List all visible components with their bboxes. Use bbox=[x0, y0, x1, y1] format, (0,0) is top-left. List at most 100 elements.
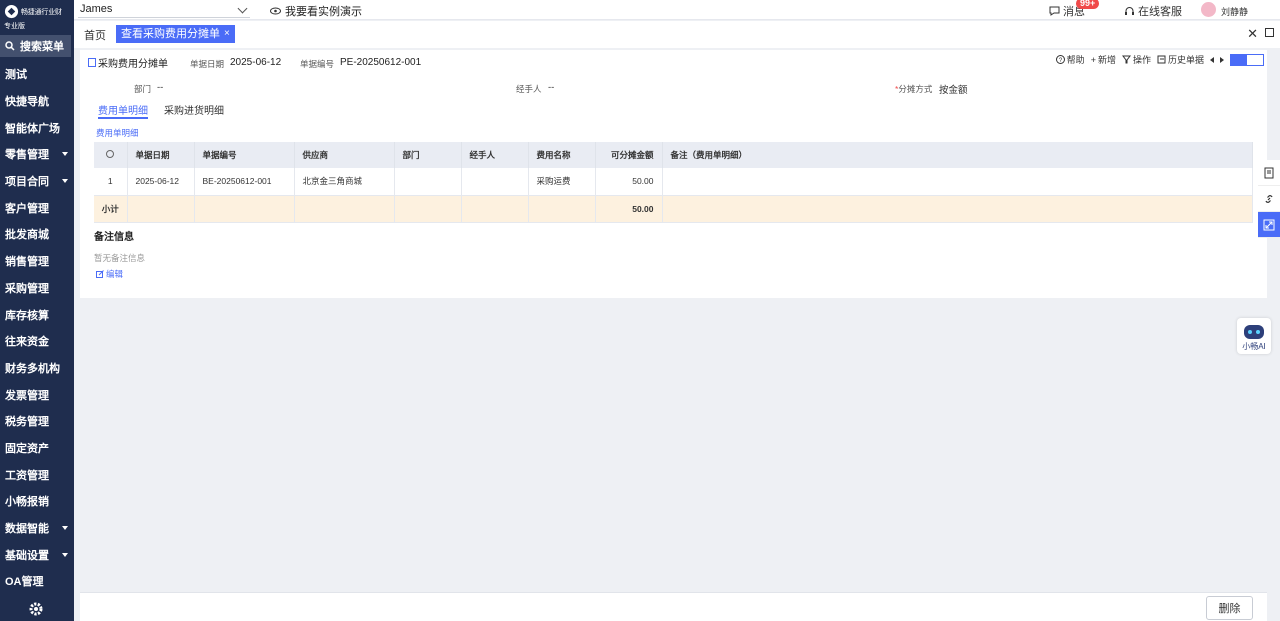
tab-purchase-detail[interactable]: 采购进货明细 bbox=[164, 102, 224, 119]
expand-icon[interactable] bbox=[1258, 212, 1280, 238]
operate-label: 操作 bbox=[1132, 55, 1151, 65]
view-toggle[interactable] bbox=[1230, 53, 1264, 66]
eye-icon bbox=[270, 7, 281, 15]
notes-title: 备注信息 bbox=[94, 232, 134, 243]
online-service-label: 在线客服 bbox=[1138, 6, 1182, 18]
brand-name: 畅捷通行业财 bbox=[21, 8, 62, 16]
gear-icon[interactable] bbox=[28, 601, 44, 617]
sidebar-item-label: 批发商城 bbox=[5, 229, 49, 242]
next-icon[interactable] bbox=[1220, 56, 1224, 63]
account-select[interactable]: James bbox=[78, 1, 250, 18]
sidebar-item-label: 基础设置 bbox=[5, 549, 49, 562]
col-amount: 可分摊金额 bbox=[595, 142, 663, 168]
subtotal-label: 小计 bbox=[94, 195, 128, 223]
link-icon[interactable] bbox=[1258, 186, 1280, 212]
sidebar-item[interactable]: 小畅报销 bbox=[0, 488, 74, 515]
avatar[interactable] bbox=[1201, 2, 1216, 17]
sidebar-item[interactable]: 项目合同 bbox=[0, 168, 74, 195]
document-title: 采购费用分摊单 bbox=[88, 52, 168, 74]
sidebar-item[interactable]: 智能体广场 bbox=[0, 114, 74, 141]
side-toolbar bbox=[1258, 160, 1280, 238]
sidebar-item[interactable]: 库存核算 bbox=[0, 301, 74, 328]
col-supplier: 供应商 bbox=[294, 142, 395, 168]
sidebar-item[interactable]: OA管理 bbox=[0, 568, 74, 595]
sidebar-item[interactable]: 批发商城 bbox=[0, 221, 74, 248]
help-button[interactable]: ? 帮助 bbox=[1055, 53, 1085, 66]
cell-department bbox=[394, 168, 462, 196]
sidebar-item[interactable]: 税务管理 bbox=[0, 408, 74, 435]
settings-icon[interactable] bbox=[106, 150, 115, 158]
search-menu-button[interactable]: 搜索菜单 bbox=[0, 35, 71, 57]
col-date: 单据日期 bbox=[127, 142, 195, 168]
col-expense-name: 费用名称 bbox=[528, 142, 596, 168]
search-icon bbox=[5, 41, 15, 51]
bottom-bar: 删除 bbox=[80, 592, 1267, 621]
history-button[interactable]: 历史单据 bbox=[1157, 53, 1204, 66]
messages-badge: 99+ bbox=[1076, 0, 1100, 9]
caret-down-icon bbox=[62, 552, 68, 557]
cell-expense-name: 采购运费 bbox=[528, 168, 596, 196]
brand-edition: 专业版 bbox=[4, 23, 25, 30]
expense-detail-link[interactable]: 费用单明细 bbox=[96, 127, 139, 139]
new-button[interactable]: + 新增 bbox=[1091, 53, 1116, 66]
sidebar-item[interactable]: 工资管理 bbox=[0, 461, 74, 488]
top-bar: James 我要看实例演示 消息 99+ 在线客服 刘静静 bbox=[74, 0, 1280, 20]
sidebar-item[interactable]: 往来资金 bbox=[0, 328, 74, 355]
sidebar-item-label: 销售管理 bbox=[5, 256, 49, 269]
sidebar-item-label: 测试 bbox=[5, 69, 27, 82]
number-label: 单据编号 bbox=[300, 59, 335, 69]
sidebar-item[interactable]: 快捷导航 bbox=[0, 88, 74, 115]
document-actions: ? 帮助 + 新增 操作 历史单据 bbox=[1055, 53, 1264, 66]
list-view-icon[interactable] bbox=[1231, 54, 1247, 65]
sidebar-item[interactable]: 零售管理 bbox=[0, 141, 74, 168]
demo-link[interactable]: 我要看实例演示 bbox=[270, 3, 362, 19]
subtotal-row: 小计 50.00 bbox=[94, 195, 1253, 223]
search-menu-label: 搜索菜单 bbox=[20, 41, 64, 53]
account-select-value: James bbox=[80, 3, 113, 15]
sidebar-item[interactable]: 数据智能 bbox=[0, 515, 74, 542]
notes-tool-icon[interactable] bbox=[1258, 160, 1280, 186]
tab-view-allocation[interactable]: 查看采购费用分摊单 × bbox=[116, 25, 235, 43]
ai-assistant-button[interactable]: 小畅AI bbox=[1237, 318, 1271, 354]
expense-detail-table: 单据日期 单据编号 供应商 部门 经手人 费用名称 可分摊金额 备注（费用单明细… bbox=[94, 142, 1253, 223]
sidebar-item[interactable]: 客户管理 bbox=[0, 194, 74, 221]
prev-icon[interactable] bbox=[1210, 56, 1214, 63]
column-settings-header[interactable] bbox=[94, 142, 128, 168]
plus-icon: + bbox=[1090, 54, 1096, 65]
ai-assistant-label: 小畅AI bbox=[1242, 342, 1266, 351]
card-view-icon[interactable] bbox=[1247, 55, 1263, 65]
username[interactable]: 刘静静 bbox=[1221, 5, 1248, 18]
delete-button[interactable]: 删除 bbox=[1206, 596, 1253, 620]
sidebar-item-label: 固定资产 bbox=[5, 442, 49, 455]
sidebar-item[interactable]: 发票管理 bbox=[0, 381, 74, 408]
table-header-row: 单据日期 单据编号 供应商 部门 经手人 费用名称 可分摊金额 备注（费用单明细… bbox=[94, 142, 1253, 168]
new-label: 新增 bbox=[1097, 55, 1116, 65]
close-icon[interactable]: × bbox=[224, 25, 230, 43]
tab-home[interactable]: 首页 bbox=[84, 27, 106, 43]
tab-view-allocation-label: 查看采购费用分摊单 bbox=[121, 28, 220, 40]
sidebar-item[interactable]: 固定资产 bbox=[0, 435, 74, 462]
sidebar-item[interactable]: 销售管理 bbox=[0, 248, 74, 275]
help-icon: ? bbox=[1055, 55, 1065, 64]
sidebar-item-label: 数据智能 bbox=[5, 523, 49, 536]
online-service-button[interactable]: 在线客服 bbox=[1124, 3, 1182, 19]
sidebar-item-label: 客户管理 bbox=[5, 202, 49, 215]
brand-logo: 畅捷通行业财 专业版 bbox=[0, 0, 74, 34]
history-icon bbox=[1157, 55, 1166, 64]
sidebar-item[interactable]: 基础设置 bbox=[0, 541, 74, 568]
tab-expense-detail[interactable]: 费用单明细 bbox=[98, 102, 148, 119]
sidebar-item[interactable]: 财务多机构 bbox=[0, 355, 74, 382]
number-value: PE-20250612-001 bbox=[340, 57, 422, 68]
history-label: 历史单据 bbox=[1167, 55, 1204, 65]
operate-button[interactable]: 操作 bbox=[1121, 53, 1151, 66]
edit-notes-label: 编辑 bbox=[106, 269, 124, 279]
fullscreen-icon[interactable] bbox=[1265, 28, 1274, 37]
sidebar-item[interactable]: 测试 bbox=[0, 61, 74, 88]
document-icon bbox=[88, 57, 96, 67]
table-row[interactable]: 1 2025-06-12 BE-20250612-001 北京金三角商城 采购运… bbox=[94, 168, 1253, 196]
close-page-icon[interactable]: ✕ bbox=[1247, 26, 1258, 42]
alloc-method-value: 按金额 bbox=[939, 85, 968, 96]
edit-icon bbox=[96, 270, 104, 278]
sidebar-item[interactable]: 采购管理 bbox=[0, 275, 74, 302]
edit-notes-button[interactable]: 编辑 bbox=[96, 268, 123, 280]
